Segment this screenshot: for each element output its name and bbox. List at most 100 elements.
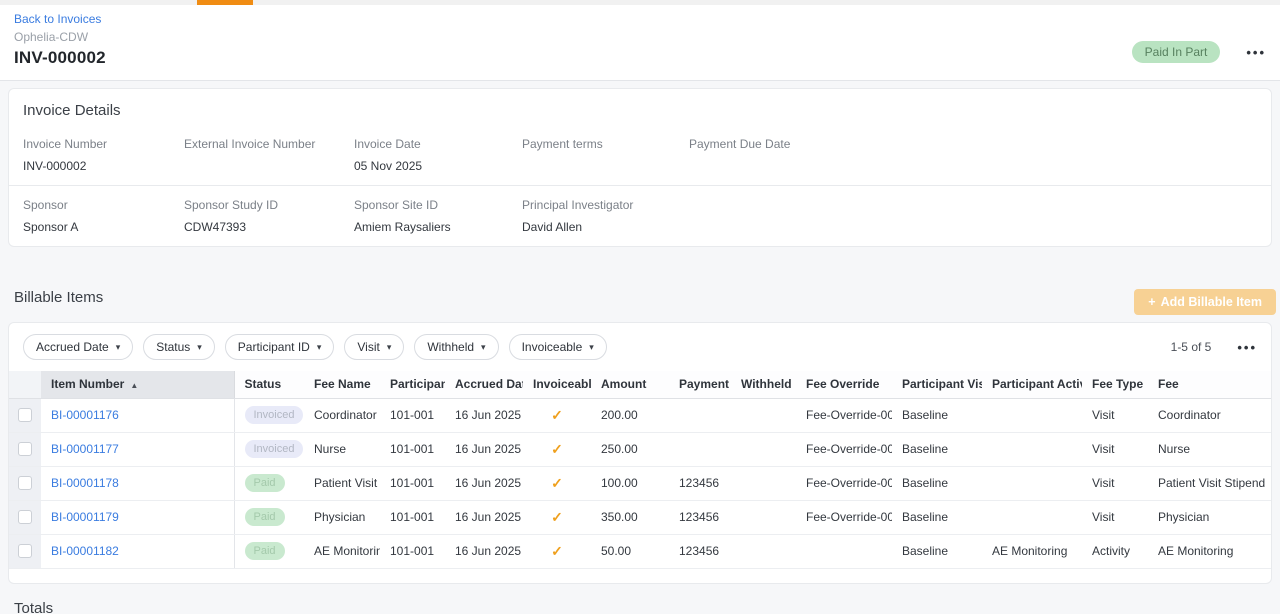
- column-header-invoiceable[interactable]: Invoiceable: [523, 371, 591, 398]
- detail-field: SponsorSponsor A: [23, 198, 184, 234]
- billable-item-link[interactable]: BI-00001177: [51, 442, 119, 456]
- cell-fee-override: Fee-Override-00116: [796, 500, 892, 534]
- filter-pill-label: Visit: [357, 340, 379, 354]
- cell-participant-visit: Baseline: [892, 398, 982, 432]
- field-value: Sponsor A: [23, 220, 184, 234]
- column-header-item-number[interactable]: Item Number▲: [41, 371, 234, 398]
- column-header-participant[interactable]: Participant: [380, 371, 445, 398]
- column-header-fee[interactable]: Fee: [1148, 371, 1271, 398]
- row-checkbox[interactable]: [18, 544, 32, 558]
- column-header-status[interactable]: Status: [234, 371, 304, 398]
- back-to-invoices-link[interactable]: Back to Invoices: [14, 12, 101, 26]
- cell-amount: 50.00: [591, 534, 669, 568]
- cell-fee-name: AE Monitoring: [304, 534, 380, 568]
- cell-item-number: BI-00001182: [41, 534, 234, 568]
- billable-items-title: Billable Items: [14, 289, 103, 306]
- detail-field: Principal InvestigatorDavid Allen: [522, 198, 689, 234]
- cell-fee-type: Visit: [1082, 500, 1148, 534]
- cell-fee: Nurse: [1148, 432, 1271, 466]
- chevron-down-icon: ▾: [197, 342, 202, 353]
- cell-participant: 101-001: [380, 534, 445, 568]
- cell-participant-activity: AE Monitoring: [982, 534, 1082, 568]
- status-badge: Paid: [245, 474, 285, 492]
- cell-participant-activity: [982, 432, 1082, 466]
- row-checkbox[interactable]: [18, 510, 32, 524]
- cell-status: Paid: [234, 466, 304, 500]
- row-checkbox[interactable]: [18, 442, 32, 456]
- column-header-fee-override[interactable]: Fee Override: [796, 371, 892, 398]
- row-checkbox-cell: [9, 398, 41, 432]
- cell-fee-override: Fee-Override-00112: [796, 432, 892, 466]
- checkmark-icon: ✓: [551, 543, 563, 559]
- cell-status: Invoiced: [234, 398, 304, 432]
- detail-field: Sponsor Study ID CDW47393: [184, 198, 354, 234]
- cell-participant: 101-001: [380, 500, 445, 534]
- chevron-down-icon: ▾: [387, 342, 392, 353]
- sort-ascending-icon: ▲: [130, 381, 138, 390]
- add-billable-item-label: Add Billable Item: [1161, 295, 1262, 309]
- chevron-down-icon: ▾: [481, 342, 486, 353]
- invoice-fields-row-2: SponsorSponsor ASponsor Study ID CDW47393…: [23, 198, 1257, 234]
- cell-participant-visit: Baseline: [892, 500, 982, 534]
- invoice-fields-row-1: Invoice NumberINV-000002External Invoice…: [23, 137, 1257, 173]
- cell-item-number: BI-00001176: [41, 398, 234, 432]
- column-header-participant-visit[interactable]: Participant Visit: [892, 371, 982, 398]
- billable-items-card: Accrued Date▾Status▾Participant ID▾Visit…: [8, 322, 1272, 584]
- table-more-menu-icon[interactable]: •••: [1237, 340, 1257, 355]
- cell-participant-visit: Baseline: [892, 534, 982, 568]
- cell-payment: 123456: [669, 466, 731, 500]
- cell-payment: [669, 398, 731, 432]
- more-menu-icon[interactable]: •••: [1246, 45, 1266, 60]
- column-header-amount[interactable]: Amount: [591, 371, 669, 398]
- filter-pill-participant-id[interactable]: Participant ID▾: [225, 334, 335, 360]
- cell-item-number: BI-00001178: [41, 466, 234, 500]
- cell-amount: 100.00: [591, 466, 669, 500]
- row-checkbox[interactable]: [18, 408, 32, 422]
- column-header-payment[interactable]: Payment: [669, 371, 731, 398]
- billable-item-link[interactable]: BI-00001179: [51, 510, 119, 524]
- table-row: BI-00001177 Invoiced Nurse 101-00116 Jun 20…: [9, 432, 1271, 466]
- cell-accrued-date: 16 Jun 2025: [445, 432, 523, 466]
- cell-invoiceable: ✓: [523, 500, 591, 534]
- filter-pill-accrued-date[interactable]: Accrued Date▾: [23, 334, 133, 360]
- filter-bar: Accrued Date▾Status▾Participant ID▾Visit…: [9, 323, 1271, 371]
- field-label: Invoice Number: [23, 137, 184, 151]
- column-header-fee-type[interactable]: Fee Type: [1082, 371, 1148, 398]
- cell-participant: 101-001: [380, 432, 445, 466]
- filter-pill-visit[interactable]: Visit ▾: [344, 334, 404, 360]
- cell-invoiceable: ✓: [523, 534, 591, 568]
- cell-withheld: [731, 500, 796, 534]
- billable-item-link[interactable]: BI-00001176: [51, 408, 119, 422]
- cell-fee: Patient Visit Stipend: [1148, 466, 1271, 500]
- billable-item-link[interactable]: BI-00001178: [51, 476, 119, 490]
- row-checkbox[interactable]: [18, 476, 32, 490]
- checkmark-icon: ✓: [551, 407, 563, 423]
- add-billable-item-button[interactable]: +Add Billable Item: [1134, 289, 1276, 315]
- filter-pill-invoiceable[interactable]: Invoiceable▾: [509, 334, 607, 360]
- select-all-checkbox-cell: [9, 371, 41, 398]
- cell-status: Invoiced: [234, 432, 304, 466]
- field-value: 05 Nov 2025: [354, 159, 522, 173]
- filter-pill-withheld[interactable]: Withheld▾: [414, 334, 498, 360]
- column-header-fee-name[interactable]: Fee Name: [304, 371, 380, 398]
- column-header-accrued-date[interactable]: Accrued Date: [445, 371, 523, 398]
- field-label: Sponsor Study ID: [184, 198, 354, 212]
- column-header-withheld[interactable]: Withheld: [731, 371, 796, 398]
- cell-fee-override: Fee-Override-00111: [796, 398, 892, 432]
- field-value: CDW47393: [184, 220, 354, 234]
- billable-items-table: Item Number▲StatusFee NameParticipantAcc…: [9, 371, 1271, 569]
- filter-pill-label: Accrued Date: [36, 340, 109, 354]
- column-header-participant-activity[interactable]: Participant Activity: [982, 371, 1082, 398]
- cell-fee: AE Monitoring: [1148, 534, 1271, 568]
- filter-pill-label: Participant ID: [238, 340, 310, 354]
- cell-payment: 123456: [669, 534, 731, 568]
- filter-pill-status[interactable]: Status▾: [143, 334, 215, 360]
- chevron-down-icon: ▾: [589, 342, 594, 353]
- invoice-details-card: Invoice Details Invoice NumberINV-000002…: [8, 88, 1272, 247]
- field-label: External Invoice Number: [184, 137, 354, 151]
- billable-item-link[interactable]: BI-00001182: [51, 544, 119, 558]
- cell-withheld: [731, 466, 796, 500]
- row-checkbox-cell: [9, 534, 41, 568]
- row-checkbox-cell: [9, 500, 41, 534]
- cell-participant-visit: Baseline: [892, 432, 982, 466]
